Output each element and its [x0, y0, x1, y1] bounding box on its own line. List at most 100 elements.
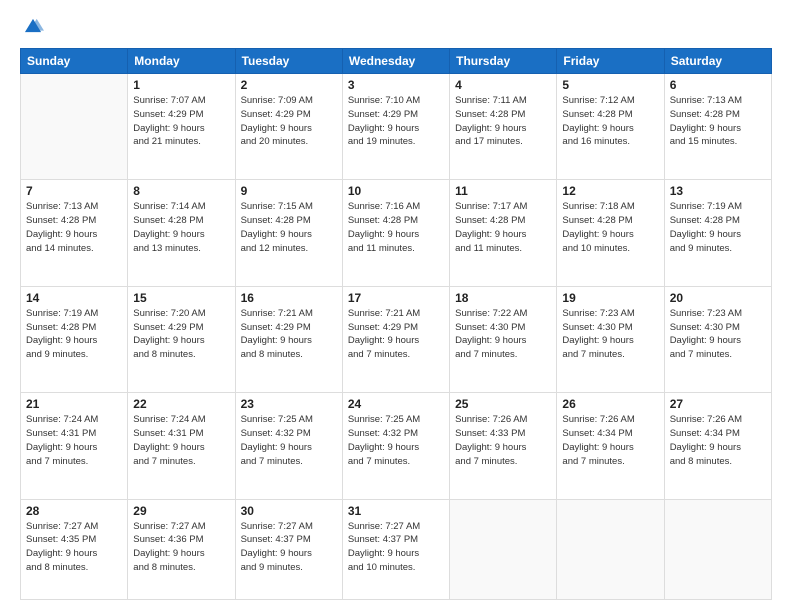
weekday-header-monday: Monday: [128, 49, 235, 74]
calendar-cell: [664, 499, 771, 599]
day-info: Sunrise: 7:19 AM Sunset: 4:28 PM Dayligh…: [26, 307, 122, 362]
calendar-week-5: 28Sunrise: 7:27 AM Sunset: 4:35 PM Dayli…: [21, 499, 772, 599]
day-info: Sunrise: 7:17 AM Sunset: 4:28 PM Dayligh…: [455, 200, 551, 255]
day-number: 30: [241, 504, 337, 518]
day-info: Sunrise: 7:24 AM Sunset: 4:31 PM Dayligh…: [133, 413, 229, 468]
day-number: 19: [562, 291, 658, 305]
calendar-cell: 1Sunrise: 7:07 AM Sunset: 4:29 PM Daylig…: [128, 74, 235, 180]
weekday-header-row: SundayMondayTuesdayWednesdayThursdayFrid…: [21, 49, 772, 74]
day-number: 31: [348, 504, 444, 518]
day-number: 24: [348, 397, 444, 411]
day-info: Sunrise: 7:27 AM Sunset: 4:37 PM Dayligh…: [241, 520, 337, 575]
calendar-cell: 17 Sunrise: 7:21 AM Sunset: 4:29 PM Dayli…: [342, 286, 449, 392]
calendar-cell: [21, 74, 128, 180]
calendar-cell: [557, 499, 664, 599]
day-number: 14: [26, 291, 122, 305]
day-info: Sunrise: 7:09 AM Sunset: 4:29 PM Dayligh…: [241, 94, 337, 149]
day-info: Sunrise: 7:21 AM Sunset: 4:29 PM Dayligh…: [241, 307, 337, 362]
day-number: 15: [133, 291, 229, 305]
day-info: Sunrise: 7:25 AM Sunset: 4:32 PM Dayligh…: [348, 413, 444, 468]
day-info: Sunrise: 7:19 AM Sunset: 4:28 PM Dayligh…: [670, 200, 766, 255]
day-number: 6: [670, 78, 766, 92]
calendar-cell: 14 Sunrise: 7:19 AM Sunset: 4:28 PM Dayli…: [21, 286, 128, 392]
calendar-cell: 5Sunrise: 7:12 AM Sunset: 4:28 PM Daylig…: [557, 74, 664, 180]
calendar-cell: 26 Sunrise: 7:26 AM Sunset: 4:34 PM Dayli…: [557, 393, 664, 499]
day-number: 21: [26, 397, 122, 411]
day-number: 18: [455, 291, 551, 305]
day-info: Sunrise: 7:11 AM Sunset: 4:28 PM Dayligh…: [455, 94, 551, 149]
calendar-cell: 6 Sunrise: 7:13 AM Sunset: 4:28 PM Daylig…: [664, 74, 771, 180]
calendar-week-2: 7Sunrise: 7:13 AM Sunset: 4:28 PM Daylig…: [21, 180, 772, 286]
weekday-header-tuesday: Tuesday: [235, 49, 342, 74]
calendar-cell: 2 Sunrise: 7:09 AM Sunset: 4:29 PM Daylig…: [235, 74, 342, 180]
day-number: 11: [455, 184, 551, 198]
calendar-cell: 12 Sunrise: 7:18 AM Sunset: 4:28 PM Dayli…: [557, 180, 664, 286]
day-number: 25: [455, 397, 551, 411]
calendar-cell: 24 Sunrise: 7:25 AM Sunset: 4:32 PM Dayli…: [342, 393, 449, 499]
day-info: Sunrise: 7:27 AM Sunset: 4:35 PM Dayligh…: [26, 520, 122, 575]
day-number: 16: [241, 291, 337, 305]
weekday-header-saturday: Saturday: [664, 49, 771, 74]
calendar-week-3: 14 Sunrise: 7:19 AM Sunset: 4:28 PM Dayli…: [21, 286, 772, 392]
day-info: Sunrise: 7:13 AM Sunset: 4:28 PM Dayligh…: [670, 94, 766, 149]
day-info: Sunrise: 7:23 AM Sunset: 4:30 PM Dayligh…: [670, 307, 766, 362]
day-info: Sunrise: 7:20 AM Sunset: 4:29 PM Dayligh…: [133, 307, 229, 362]
header: [20, 16, 772, 38]
logo-icon: [22, 16, 44, 38]
day-info: Sunrise: 7:15 AM Sunset: 4:28 PM Dayligh…: [241, 200, 337, 255]
calendar-cell: 16 Sunrise: 7:21 AM Sunset: 4:29 PM Dayli…: [235, 286, 342, 392]
calendar-cell: 8Sunrise: 7:14 AM Sunset: 4:28 PM Daylig…: [128, 180, 235, 286]
calendar-cell: 4Sunrise: 7:11 AM Sunset: 4:28 PM Daylig…: [450, 74, 557, 180]
calendar-cell: 28Sunrise: 7:27 AM Sunset: 4:35 PM Dayli…: [21, 499, 128, 599]
weekday-header-thursday: Thursday: [450, 49, 557, 74]
calendar-cell: [450, 499, 557, 599]
calendar-table: SundayMondayTuesdayWednesdayThursdayFrid…: [20, 48, 772, 600]
day-number: 26: [562, 397, 658, 411]
day-info: Sunrise: 7:22 AM Sunset: 4:30 PM Dayligh…: [455, 307, 551, 362]
day-info: Sunrise: 7:25 AM Sunset: 4:32 PM Dayligh…: [241, 413, 337, 468]
weekday-header-friday: Friday: [557, 49, 664, 74]
weekday-header-wednesday: Wednesday: [342, 49, 449, 74]
day-info: Sunrise: 7:26 AM Sunset: 4:33 PM Dayligh…: [455, 413, 551, 468]
day-number: 13: [670, 184, 766, 198]
day-number: 10: [348, 184, 444, 198]
day-number: 2: [241, 78, 337, 92]
calendar-cell: 10Sunrise: 7:16 AM Sunset: 4:28 PM Dayli…: [342, 180, 449, 286]
day-info: Sunrise: 7:14 AM Sunset: 4:28 PM Dayligh…: [133, 200, 229, 255]
day-info: Sunrise: 7:27 AM Sunset: 4:36 PM Dayligh…: [133, 520, 229, 575]
day-info: Sunrise: 7:13 AM Sunset: 4:28 PM Dayligh…: [26, 200, 122, 255]
calendar-cell: 11 Sunrise: 7:17 AM Sunset: 4:28 PM Dayli…: [450, 180, 557, 286]
day-number: 23: [241, 397, 337, 411]
calendar-cell: 13 Sunrise: 7:19 AM Sunset: 4:28 PM Dayli…: [664, 180, 771, 286]
calendar-week-4: 21 Sunrise: 7:24 AM Sunset: 4:31 PM Dayli…: [21, 393, 772, 499]
day-info: Sunrise: 7:21 AM Sunset: 4:29 PM Dayligh…: [348, 307, 444, 362]
calendar-cell: 9 Sunrise: 7:15 AM Sunset: 4:28 PM Daylig…: [235, 180, 342, 286]
calendar-cell: 20Sunrise: 7:23 AM Sunset: 4:30 PM Dayli…: [664, 286, 771, 392]
calendar-cell: 27 Sunrise: 7:26 AM Sunset: 4:34 PM Dayli…: [664, 393, 771, 499]
calendar-cell: 30 Sunrise: 7:27 AM Sunset: 4:37 PM Dayli…: [235, 499, 342, 599]
calendar-cell: 19Sunrise: 7:23 AM Sunset: 4:30 PM Dayli…: [557, 286, 664, 392]
calendar-cell: 21Sunrise: 7:24 AM Sunset: 4:31 PM Dayli…: [21, 393, 128, 499]
calendar-cell: 25 Sunrise: 7:26 AM Sunset: 4:33 PM Dayli…: [450, 393, 557, 499]
day-number: 5: [562, 78, 658, 92]
day-number: 27: [670, 397, 766, 411]
day-info: Sunrise: 7:18 AM Sunset: 4:28 PM Dayligh…: [562, 200, 658, 255]
day-info: Sunrise: 7:27 AM Sunset: 4:37 PM Dayligh…: [348, 520, 444, 575]
calendar-cell: 7Sunrise: 7:13 AM Sunset: 4:28 PM Daylig…: [21, 180, 128, 286]
day-info: Sunrise: 7:26 AM Sunset: 4:34 PM Dayligh…: [562, 413, 658, 468]
day-number: 17: [348, 291, 444, 305]
day-info: Sunrise: 7:26 AM Sunset: 4:34 PM Dayligh…: [670, 413, 766, 468]
day-number: 12: [562, 184, 658, 198]
day-number: 3: [348, 78, 444, 92]
calendar-cell: 18 Sunrise: 7:22 AM Sunset: 4:30 PM Dayli…: [450, 286, 557, 392]
calendar-week-1: 1Sunrise: 7:07 AM Sunset: 4:29 PM Daylig…: [21, 74, 772, 180]
calendar-cell: 15 Sunrise: 7:20 AM Sunset: 4:29 PM Dayli…: [128, 286, 235, 392]
calendar-cell: 29Sunrise: 7:27 AM Sunset: 4:36 PM Dayli…: [128, 499, 235, 599]
day-number: 9: [241, 184, 337, 198]
calendar-cell: 22 Sunrise: 7:24 AM Sunset: 4:31 PM Dayli…: [128, 393, 235, 499]
calendar-cell: 3Sunrise: 7:10 AM Sunset: 4:29 PM Daylig…: [342, 74, 449, 180]
logo: [20, 16, 46, 38]
page: SundayMondayTuesdayWednesdayThursdayFrid…: [0, 0, 792, 612]
day-number: 1: [133, 78, 229, 92]
day-number: 22: [133, 397, 229, 411]
